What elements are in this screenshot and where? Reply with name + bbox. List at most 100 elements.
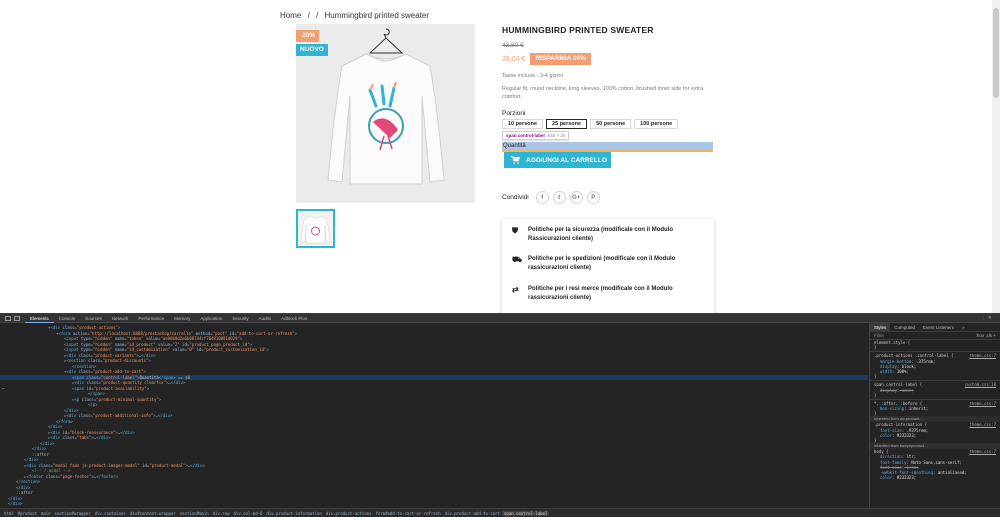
- scrollbar-thumb[interactable]: [993, 8, 999, 98]
- dom-breadcrumb-item[interactable]: div.product-actions: [324, 511, 374, 516]
- filter-toggles[interactable]: :hov .cls +: [976, 332, 996, 340]
- reassurance-shipping: ⛟ Politiche per le spedizioni (modifical…: [512, 255, 707, 273]
- current-price: 35,04 €: [502, 55, 526, 63]
- inspector-tooltip: span.control-label 540 × 20: [502, 131, 570, 140]
- reassurance-block: ⛊ Politiche per la sicurezza (modificale…: [502, 219, 714, 313]
- twitter-icon[interactable]: t: [552, 191, 566, 204]
- sweater-image: [327, 53, 445, 185]
- devtools-tab-memory[interactable]: Memory: [169, 314, 195, 323]
- page-scrollbar[interactable]: [992, 0, 1000, 313]
- devtools-tab-sources[interactable]: Sources: [80, 314, 107, 323]
- devtools-tab-audits[interactable]: Audits: [254, 314, 277, 323]
- product-cover-image[interactable]: -20% NUOVO: [296, 24, 475, 203]
- filter-placeholder: Filter: [874, 333, 884, 338]
- variant-option-25[interactable]: 25 persone: [546, 119, 588, 129]
- styles-tab-1[interactable]: Computed: [890, 323, 919, 332]
- swap-icon: ⇄: [512, 285, 519, 294]
- share-row: Condividi f t G+ P: [502, 191, 600, 204]
- dom-breadcrumb-item[interactable]: div.col-md-6: [232, 511, 265, 516]
- style-rules: element.style {} .product-actions .contro…: [870, 340, 1000, 480]
- styles-tab-0[interactable]: Styles: [870, 323, 891, 332]
- devtools-tab-application[interactable]: Application: [195, 314, 227, 323]
- dom-breadcrumb-item[interactable]: main: [39, 511, 53, 516]
- inspect-element-icon[interactable]: [5, 315, 11, 321]
- style-brace[interactable]: }: [870, 374, 1000, 379]
- devtools-panel: Elements Console Sources Network Performance…: [0, 313, 1000, 517]
- devtools-tab-elements[interactable]: Elements: [25, 314, 54, 323]
- sweater-thumbnail-image: [300, 215, 331, 244]
- dom-breadcrumb-item[interactable]: html: [2, 511, 16, 516]
- breadcrumb-separator: /: [316, 11, 319, 20]
- variant-label: Porzioni: [502, 110, 526, 117]
- dom-breadcrumb-item[interactable]: div.product-information: [264, 511, 323, 516]
- tax-info: Tasse incluse - 3-4 giorni: [502, 73, 563, 79]
- breadcrumb-current: Hummingbird printed sweater: [324, 11, 430, 20]
- breadcrumb-home[interactable]: Home: [280, 11, 301, 20]
- product-thumbnail[interactable]: [296, 209, 335, 248]
- dom-breadcrumb-item[interactable]: div.row: [211, 511, 232, 516]
- devtools-tab-performance[interactable]: Performance: [133, 314, 169, 323]
- tooltip-size: 540 × 20: [547, 133, 566, 138]
- dom-breadcrumb-item[interactable]: span.control-label: [502, 511, 550, 516]
- discount-badge: RISPARMIA 20%: [530, 53, 591, 65]
- screen: Home / / Hummingbird printed sweater -20…: [0, 0, 1000, 517]
- devtools-tab-security[interactable]: Security: [227, 314, 253, 323]
- style-property[interactable]: color: #232323;: [870, 475, 1000, 480]
- devtools-tab-adblock-plus[interactable]: Adblock Plus: [276, 314, 312, 323]
- pinterest-icon[interactable]: P: [586, 191, 600, 204]
- style-brace[interactable]: }: [870, 393, 1000, 398]
- rule-separator: [870, 351, 1000, 353]
- browser-viewport: Home / / Hummingbird printed sweater -20…: [0, 0, 1000, 313]
- reassurance-security: ⛊ Politiche per la sicurezza (modificale…: [512, 226, 707, 244]
- elements-dom-tree[interactable]: … ▾<div class="product-actions"> ▾<form a…: [0, 323, 868, 508]
- devtools-tabs: Elements Console Sources Network Performance…: [25, 314, 312, 323]
- dom-breadcrumb-item[interactable]: section#wrapper: [53, 511, 93, 516]
- add-to-cart-button[interactable]: AGGIUNGI AL CARRELLO: [504, 152, 611, 168]
- style-brace[interactable]: }: [870, 438, 1000, 443]
- add-to-cart-label: AGGIUNGI AL CARRELLO: [526, 156, 607, 164]
- shield-icon: ⛊: [512, 226, 518, 235]
- dom-breadcrumb-item[interactable]: div#content-wrapper: [128, 511, 178, 516]
- variant-option-50[interactable]: 50 persone: [590, 119, 632, 129]
- styles-tabs: Styles Computed Event Listeners»: [870, 323, 1000, 332]
- dom-breadcrumb-item[interactable]: section#main: [178, 511, 211, 516]
- share-label: Condividi: [502, 194, 529, 201]
- reassurance-text: Politiche per le spedizioni (modificale …: [528, 256, 676, 271]
- devtools-tab-network[interactable]: Network: [107, 314, 134, 323]
- truck-icon: ⛟: [512, 255, 523, 264]
- devtools-tools: [0, 315, 25, 321]
- price-row: 35,04 € RISPARMIA 20%: [502, 53, 591, 65]
- variant-options: 10 persone 25 persone 50 persone 100 per…: [502, 119, 679, 129]
- reassurance-text: Politiche per i resi merce (modificale c…: [528, 286, 673, 301]
- tooltip-selector: span.control-label: [506, 133, 545, 138]
- dom-breadcrumb-item[interactable]: #product: [16, 511, 39, 516]
- dom-breadcrumb-bar: html #product main section#wrapper div.conta…: [0, 508, 1000, 517]
- style-brace[interactable]: }: [870, 411, 1000, 416]
- styles-filter-input[interactable]: Filter :hov .cls +: [870, 332, 1000, 340]
- styles-tab-3[interactable]: »: [958, 323, 969, 332]
- styles-pane: Styles Computed Event Listeners» Filter :h…: [869, 323, 1000, 508]
- discount-flag: -20%: [296, 30, 320, 42]
- product-title: HUMMINGBIRD PRINTED SWEATER: [502, 25, 654, 35]
- google-plus-icon[interactable]: G+: [569, 191, 583, 204]
- devtools-menu-icons[interactable]: ⋮ ✕: [981, 314, 992, 323]
- dom-breadcrumb-item[interactable]: form#add-to-cart-or-refresh: [374, 511, 443, 516]
- breadcrumb-separator: /: [307, 11, 310, 20]
- variant-option-10[interactable]: 10 persone: [502, 119, 544, 129]
- reassurance-returns: ⇄ Politiche per i resi merce (modificale…: [512, 285, 707, 303]
- devtools-tab-console[interactable]: Console: [54, 314, 81, 323]
- dom-breadcrumb-item[interactable]: div.container: [93, 511, 128, 516]
- facebook-icon[interactable]: f: [535, 191, 549, 204]
- dom-node-line[interactable]: </div>: [0, 501, 868, 507]
- styles-tab-2[interactable]: Event Listeners: [919, 323, 958, 332]
- regular-price: 43,80 €: [502, 42, 524, 49]
- style-brace[interactable]: }: [870, 345, 1000, 350]
- quantity-label-highlight: Quantità: [502, 142, 713, 150]
- variant-option-100[interactable]: 100 persone: [634, 119, 679, 129]
- new-flag: NUOVO: [296, 44, 328, 56]
- dom-breadcrumb-item[interactable]: div.product-add-to-cart: [443, 511, 502, 516]
- breadcrumb: Home / / Hummingbird printed sweater: [280, 11, 433, 20]
- device-toolbar-icon[interactable]: [14, 315, 20, 321]
- devtools-toolbar: Elements Console Sources Network Performance…: [0, 314, 1000, 323]
- cart-icon: [511, 156, 520, 164]
